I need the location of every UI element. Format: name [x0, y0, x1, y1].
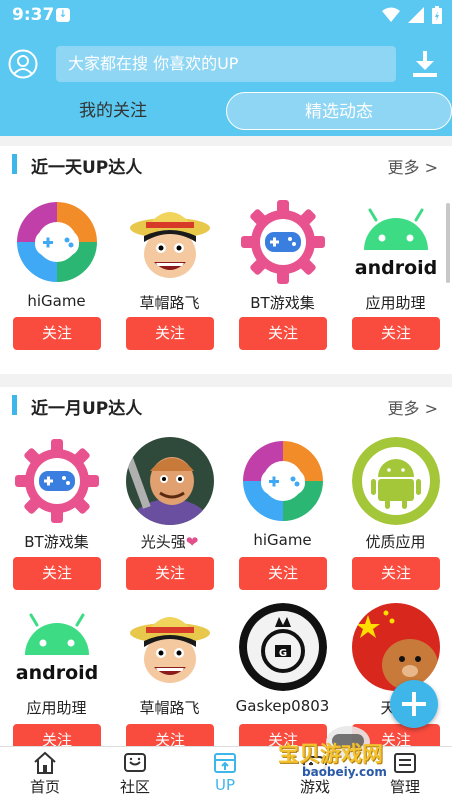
search-input[interactable]: 大家都在搜 你喜欢的UP: [56, 46, 396, 82]
section-month-up-stars: 近一月UP达人 更多 > BT游戏集 关注 光头强❤ 关注 hiGame 关注 …: [0, 387, 452, 749]
luffy-avatar: [126, 603, 214, 691]
battery-icon: [432, 6, 442, 24]
svg-text:android: android: [355, 257, 438, 279]
up-name: hiGame: [253, 531, 312, 549]
follow-button[interactable]: 关注: [126, 724, 214, 749]
section-day-up-stars: 近一天UP达人 更多 > hiGame 关注 草帽路飞 关注 BT游戏集 关注 …: [0, 146, 452, 374]
up-name: BT游戏集: [250, 294, 315, 312]
scrollbar[interactable]: [446, 203, 450, 283]
higame-icon: [13, 198, 101, 286]
higame-icon: [239, 437, 327, 525]
nav-label: 首页: [29, 778, 60, 796]
status-time: 9:37: [12, 5, 55, 25]
follow-button[interactable]: 关注: [126, 557, 214, 590]
luffy-avatar: [126, 198, 214, 286]
svg-text:G: G: [279, 648, 287, 659]
up-name: BT游戏集: [24, 533, 89, 551]
home-icon: [34, 751, 56, 774]
section-accent-bar: [12, 154, 17, 174]
nav-label: 社区: [119, 778, 150, 796]
follow-button[interactable]: 关注: [13, 317, 101, 350]
nav-community[interactable]: 社区: [90, 751, 180, 803]
up-name: hiGame: [27, 292, 86, 310]
header: 大家都在搜 你喜欢的UP 我的关注 精选动态: [0, 32, 452, 136]
section-title: 近一月UP达人: [31, 399, 143, 419]
nav-up[interactable]: UP: [180, 751, 270, 803]
up-name: 应用助理: [26, 699, 87, 717]
tab-my-follows[interactable]: 我的关注: [0, 92, 226, 130]
nav-label: UP: [214, 776, 236, 794]
watermark-url: baobeiy.com: [300, 765, 389, 779]
logger-avatar: [126, 437, 214, 525]
up-name: 光头强❤: [140, 533, 199, 551]
follow-button[interactable]: 关注: [239, 557, 327, 590]
gaskep-avatar: G: [239, 603, 327, 691]
more-link[interactable]: 更多 >: [388, 154, 439, 178]
system-icons: [382, 6, 442, 24]
user-avatar-icon[interactable]: [8, 49, 38, 79]
follow-button[interactable]: 关注: [352, 557, 440, 590]
nav-home[interactable]: 首页: [0, 751, 90, 803]
follow-button[interactable]: 关注: [13, 557, 101, 590]
up-icon: [214, 753, 236, 773]
tab-featured-updates[interactable]: 精选动态: [226, 92, 452, 130]
section-title: 近一天UP达人: [31, 158, 143, 178]
follow-button[interactable]: 关注: [239, 317, 327, 350]
up-name: 草帽路飞: [139, 294, 200, 312]
status-bar: 9:37 ↓: [0, 0, 452, 32]
up-name: 应用助理: [365, 294, 426, 312]
section-header: 近一月UP达人 更多 >: [0, 387, 452, 427]
android-green-icon: [352, 437, 440, 525]
more-link[interactable]: 更多 >: [388, 395, 439, 419]
download-notification-icon: ↓: [56, 8, 70, 22]
up-name: 优质应用: [365, 533, 426, 551]
download-icon[interactable]: [412, 50, 438, 78]
bt-gear-icon: [239, 198, 327, 286]
watermark-text: 宝贝游戏网: [278, 742, 383, 766]
heart-icon: ❤: [185, 533, 199, 551]
android-icon: android: [352, 198, 440, 286]
flag-bear-avatar: [352, 603, 440, 691]
follow-button[interactable]: 关注: [352, 317, 440, 350]
follow-button[interactable]: 关注: [13, 724, 101, 749]
android-icon: android: [13, 603, 101, 691]
bt-gear-icon: [13, 437, 101, 525]
signal-icon: [408, 7, 424, 23]
section-header: 近一天UP达人 更多 >: [0, 146, 452, 186]
follow-button[interactable]: 关注: [126, 317, 214, 350]
wifi-icon: [382, 7, 400, 22]
svg-text:android: android: [16, 662, 99, 684]
up-name: 草帽路飞: [139, 699, 200, 717]
section-accent-bar: [12, 395, 17, 415]
community-icon: [124, 753, 146, 772]
